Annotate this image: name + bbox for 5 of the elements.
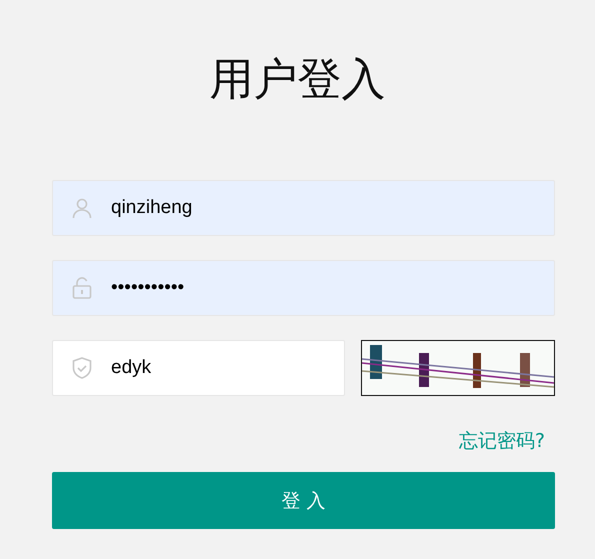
password-field[interactable]: ••••••••••• [52,260,555,316]
login-button[interactable]: 登 入 [52,472,555,529]
username-field[interactable]: qinziheng [52,180,555,236]
captcha-field[interactable]: edyk [52,340,345,396]
page-title: 用户登入 [208,53,386,107]
